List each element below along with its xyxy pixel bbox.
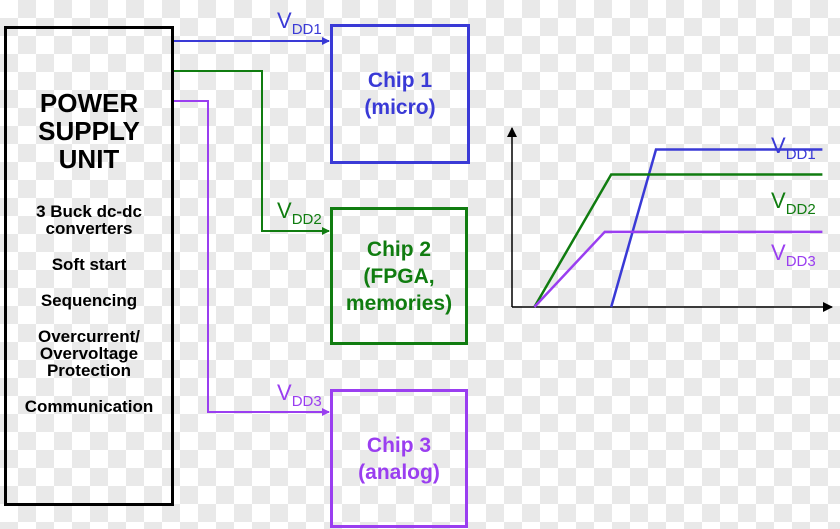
chart-label-main: V: [771, 240, 786, 265]
chart-label-main: V: [771, 188, 786, 213]
psu-feature-line: Overcurrent/: [37, 327, 141, 346]
psu-feature-line: Protection: [46, 361, 132, 380]
chart-label-sub: DD1: [785, 146, 816, 163]
chart-label-sub: DD3: [785, 253, 816, 270]
wire-label-vdd1: VDD1: [277, 8, 322, 39]
psu-feature-line: converters: [45, 219, 133, 238]
chart-series-vdd1: [609, 148, 823, 308]
wire-label-vdd2: VDD2: [277, 198, 322, 229]
chip-label-line: memories): [345, 291, 453, 315]
wire-label-main: V: [277, 380, 292, 405]
chart-label-vdd3: VDD3: [771, 240, 816, 271]
psu-title-line: UNIT: [58, 144, 120, 174]
psu-feature-line: Overvoltage: [39, 344, 139, 363]
chip-label-line: Chip 1: [367, 69, 433, 92]
chart-label-vdd1: VDD1: [771, 133, 816, 164]
psu-feature-line: Sequencing: [40, 291, 138, 310]
wire-label-main: V: [277, 198, 292, 223]
chip-label-line: Chip 2: [366, 237, 432, 261]
psu-feature: Soft start: [7, 256, 171, 273]
wire-label-vdd3: VDD3: [277, 380, 322, 411]
chart-label-main: V: [771, 133, 786, 158]
wire-vdd3: [172, 100, 330, 416]
chip-label-line: Chip 3: [366, 433, 432, 457]
chart-series-group: [533, 148, 823, 308]
chart-label-vdd2: VDD2: [771, 188, 816, 219]
wire-label-sub: DD2: [291, 211, 322, 228]
chip-2-block: Chip 2 (FPGA, memories): [330, 207, 468, 345]
power-supply-unit-block: POWER SUPPLY UNIT 3 Buck dc-dc converters So…: [4, 26, 174, 506]
chip-label-line: (analog): [358, 460, 440, 484]
psu-feature-line: Soft start: [51, 255, 127, 274]
psu-title-line: POWER: [39, 88, 139, 118]
chart-label-sub: DD2: [785, 201, 816, 218]
psu-feature: Communication: [7, 398, 171, 415]
wire-label-sub: DD3: [291, 393, 322, 410]
psu-feature-list: 3 Buck dc-dc converters Soft start Sequenci…: [7, 203, 171, 415]
psu-feature-line: 3 Buck dc-dc: [36, 202, 142, 221]
chip-1-block: Chip 1 (micro): [330, 24, 470, 164]
psu-title-line: SUPPLY: [38, 116, 140, 146]
psu-feature-line: Communication: [24, 397, 154, 416]
chip-label-line: (FPGA,: [363, 264, 435, 288]
psu-feature: Overcurrent/Overvoltage Protection: [7, 328, 171, 379]
wire-label-main: V: [277, 8, 292, 33]
psu-feature: Sequencing: [7, 292, 171, 309]
wire-label-sub: DD1: [291, 21, 322, 38]
chip-3-block: Chip 3 (analog): [330, 389, 468, 528]
chip-label-line: (micro): [364, 96, 436, 119]
psu-title: POWER SUPPLY UNIT: [7, 89, 171, 173]
psu-feature: 3 Buck dc-dc converters: [7, 203, 171, 237]
